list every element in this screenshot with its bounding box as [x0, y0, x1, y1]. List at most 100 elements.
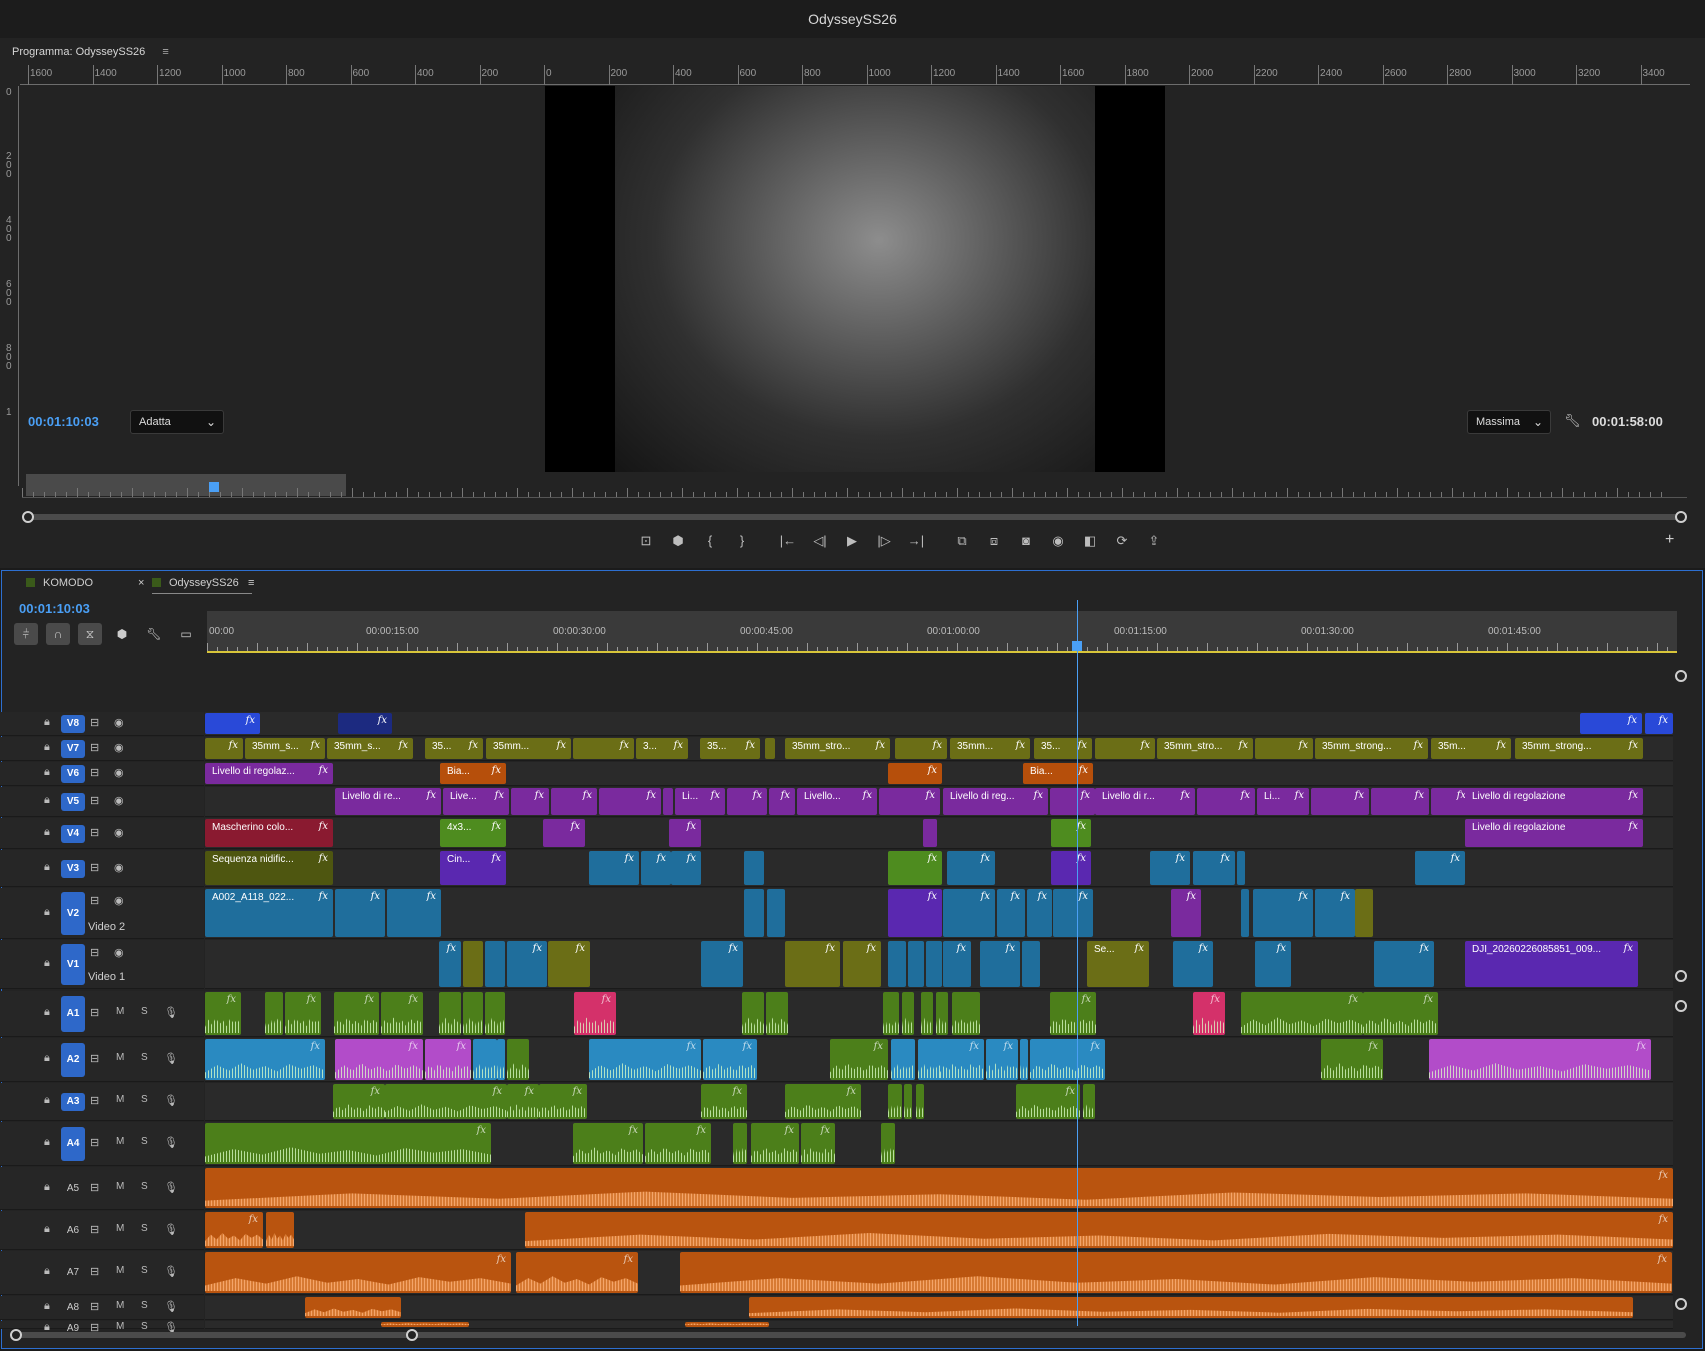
video-clip[interactable]: fx — [895, 738, 947, 759]
video-clip[interactable]: fx — [943, 889, 995, 937]
program-zoom-scrollbar[interactable] — [22, 511, 1687, 523]
step-back-icon[interactable]: ◁| — [804, 529, 836, 553]
eye-icon[interactable]: ◉ — [114, 794, 124, 807]
lock-icon[interactable]: 🔒︎ — [44, 1181, 50, 1194]
track-row-v2[interactable]: A002_A118_022... fx fx fx fx fx fx fx fx fx fx fx — [205, 888, 1673, 939]
video-clip[interactable]: fx — [335, 889, 385, 937]
mute-button[interactable]: M — [116, 1006, 124, 1017]
track-target-v8[interactable]: V8 — [61, 715, 85, 733]
audio-clip[interactable] — [891, 1039, 915, 1080]
video-clip[interactable]: fx — [888, 763, 942, 784]
audio-clip[interactable]: fx — [940, 1039, 984, 1080]
video-clip[interactable]: Livello di regolaz... fx — [205, 763, 333, 784]
video-clip[interactable]: fx — [1150, 851, 1190, 885]
video-clip[interactable]: fx — [888, 788, 940, 815]
sync-lock-icon[interactable]: ⊟ — [90, 1136, 99, 1149]
zoom-handle-left[interactable] — [22, 511, 34, 523]
video-clip[interactable] — [663, 788, 673, 815]
sync-lock-icon[interactable]: ⊟ — [90, 946, 99, 959]
microphone-icon[interactable]: 🎙︎ — [164, 1265, 178, 1278]
sync-lock-icon[interactable]: ⊟ — [90, 716, 99, 729]
audio-clip[interactable]: fx — [507, 1084, 539, 1119]
track-row-a1[interactable]: fx fx fx fx fx fx fx fx fx — [205, 991, 1673, 1037]
video-clip[interactable]: fx — [1255, 738, 1313, 759]
track-target-a6[interactable]: A6 — [61, 1222, 85, 1240]
video-clip[interactable]: fx — [338, 713, 392, 734]
video-clip[interactable]: fx — [1051, 851, 1091, 885]
video-clip[interactable]: fx — [1051, 819, 1091, 847]
video-clip[interactable] — [1355, 889, 1373, 937]
track-target-v1[interactable]: V1 — [61, 944, 85, 985]
audio-clip[interactable]: fx — [680, 1252, 1672, 1293]
add-button[interactable]: + — [1665, 531, 1674, 549]
work-area-bar[interactable] — [207, 651, 1677, 653]
video-clip[interactable]: fx — [669, 819, 701, 847]
audio-clip[interactable]: fx — [1321, 1039, 1383, 1080]
video-clip[interactable]: fx — [1645, 713, 1673, 734]
track-row-a7[interactable]: fx fx fx — [205, 1251, 1673, 1295]
lock-icon[interactable]: 🔒︎ — [44, 957, 50, 970]
sync-lock-icon[interactable]: ⊟ — [90, 861, 99, 874]
video-clip[interactable]: fx — [1255, 941, 1291, 987]
audio-clip[interactable]: fx — [703, 1039, 757, 1080]
lock-icon[interactable]: 🔒︎ — [44, 1300, 50, 1313]
track-target-a8[interactable]: A8 — [61, 1299, 85, 1317]
track-row-a3[interactable]: fx fx fx fx fx fx fx — [205, 1083, 1673, 1121]
fit-dropdown[interactable]: Adatta ⌄ — [130, 410, 224, 434]
video-clip[interactable] — [744, 851, 764, 885]
video-clip[interactable]: Livello... fx — [797, 788, 877, 815]
sync-lock-icon[interactable]: ⊟ — [90, 1300, 99, 1313]
track-row-v6[interactable]: Livello di regolaz... fx Bia... fx fx Bia... f… — [205, 762, 1673, 786]
track-target-a1[interactable]: A1 — [61, 996, 85, 1032]
audio-clip[interactable]: fx — [1016, 1084, 1080, 1119]
tab-odyssey-menu-icon[interactable]: ≡ — [248, 577, 254, 589]
lock-icon[interactable]: 🔒︎ — [44, 906, 50, 919]
video-clip[interactable]: fx — [1374, 941, 1434, 987]
audio-clip[interactable]: fx — [334, 992, 379, 1035]
video-clip[interactable]: fx — [943, 941, 971, 987]
track-target-v2[interactable]: V2 — [61, 892, 85, 935]
video-clip[interactable]: fx — [599, 788, 661, 815]
lock-icon[interactable]: 🔒︎ — [44, 794, 50, 807]
track-target-v7[interactable]: V7 — [61, 740, 85, 758]
go-to-in-icon[interactable]: |← — [772, 529, 804, 553]
mute-button[interactable]: M — [116, 1136, 124, 1147]
timeline-timecode[interactable]: 00:01:10:03 — [19, 601, 90, 616]
timeline-playhead[interactable] — [1077, 600, 1078, 1326]
tab-komodo[interactable]: KOMODO — [26, 577, 93, 589]
track-target-v3[interactable]: V3 — [61, 860, 85, 878]
lock-icon[interactable]: 🔒︎ — [44, 1265, 50, 1278]
go-to-out-icon[interactable]: →| — [900, 529, 932, 553]
video-clip[interactable]: 35mm... fx — [486, 738, 571, 759]
audio-clip[interactable] — [265, 992, 283, 1035]
audio-clip[interactable]: fx — [205, 1123, 491, 1164]
video-clip[interactable]: 35mm_s... fx — [327, 738, 413, 759]
audio-clip[interactable]: fx — [205, 1039, 325, 1080]
sync-lock-icon[interactable]: ⊟ — [90, 1181, 99, 1194]
video-clip[interactable]: fx — [507, 941, 547, 987]
video-clip[interactable]: fx — [997, 889, 1025, 937]
video-clip[interactable]: fx — [727, 788, 767, 815]
captions-icon[interactable]: ▭ — [174, 623, 198, 645]
video-clip[interactable]: fx — [1197, 788, 1255, 815]
audio-clip[interactable]: fx — [751, 1123, 799, 1164]
video-clip[interactable] — [908, 941, 924, 987]
video-clip[interactable]: Li... fx — [1257, 788, 1309, 815]
audio-clip[interactable] — [497, 1039, 505, 1080]
video-clip[interactable] — [767, 889, 785, 937]
video-clip[interactable]: fx — [980, 941, 1020, 987]
video-clip[interactable] — [1237, 851, 1245, 885]
video-clip[interactable] — [463, 941, 483, 987]
video-clip[interactable] — [1241, 889, 1249, 937]
time-ruler[interactable]: 00:00 00:00:15:00 00:00:30:00 00:00:45:00 00… — [207, 611, 1677, 653]
video-clip[interactable] — [765, 738, 775, 759]
vscroll-top-handle[interactable] — [1675, 670, 1687, 682]
audio-clip[interactable] — [463, 992, 483, 1035]
video-clip[interactable]: fx — [543, 819, 585, 847]
video-clip[interactable]: fx — [1311, 788, 1369, 815]
video-clip[interactable]: Bia... fx — [440, 763, 506, 784]
timeline-horizontal-scrollbar[interactable] — [10, 1329, 1690, 1341]
audio-clip[interactable] — [888, 1084, 902, 1119]
solo-button[interactable]: S — [141, 1300, 148, 1311]
solo-button[interactable]: S — [141, 1006, 148, 1017]
